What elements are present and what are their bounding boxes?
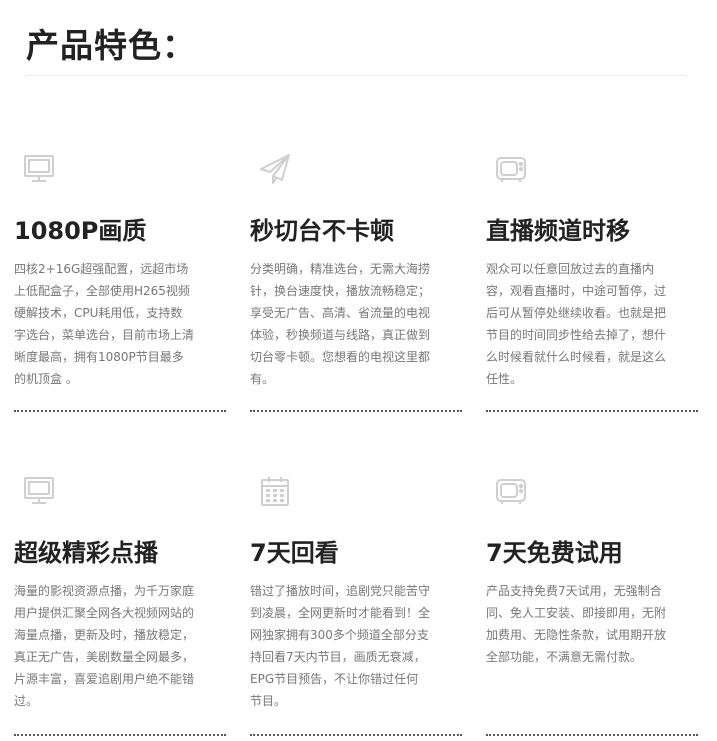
feature-title: 7天免费试用 — [486, 539, 623, 567]
feature-description: 产品支持免费7天试用，无强制合同、免人工安装、即接即用，无附加费用、无隐性条款，… — [486, 584, 667, 664]
paper-plane-icon — [258, 152, 292, 186]
dotted-divider — [486, 410, 698, 412]
feature-description: 分类明确，精准选台，无需大海捞针，换台速度快，播放流畅稳定；享受无广告、高清、省… — [250, 262, 431, 386]
feature-description: 四核2+16G超强配置，远超市场上低配盒子，全部使用H265视频硬解技术，CPU… — [14, 262, 195, 386]
dotted-divider — [250, 410, 462, 412]
retro-tv-icon — [494, 474, 528, 508]
title-divider — [26, 75, 686, 76]
feature-title: 超级精彩点播 — [14, 539, 158, 567]
dotted-divider — [14, 734, 226, 736]
feature-title: 1080P画质 — [14, 217, 147, 245]
page-title: 产品特色： — [26, 26, 196, 65]
feature-title: 7天回看 — [250, 539, 339, 567]
dotted-divider — [14, 410, 226, 412]
calendar-icon — [258, 474, 292, 508]
feature-description: 错过了播放时间，追剧党只能苦守到凌晨，全网更新时才能看到！全网独家拥有300多个… — [250, 584, 431, 708]
feature-description: 观众可以任意回放过去的直播内容，观看直播时，中途可暂停，过后可从暂停处继续收看。… — [486, 262, 667, 386]
feature-title: 秒切台不卡顿 — [250, 217, 394, 245]
dotted-divider — [486, 734, 698, 736]
monitor-icon — [22, 152, 56, 186]
feature-title: 直播频道时移 — [486, 217, 630, 245]
dotted-divider — [250, 734, 462, 736]
monitor-icon — [22, 474, 56, 508]
feature-description: 海量的影视资源点播，为千万家庭用户提供汇聚全网各大视频网站的海量点播，更新及时，… — [14, 584, 195, 708]
retro-tv-icon — [494, 152, 528, 186]
